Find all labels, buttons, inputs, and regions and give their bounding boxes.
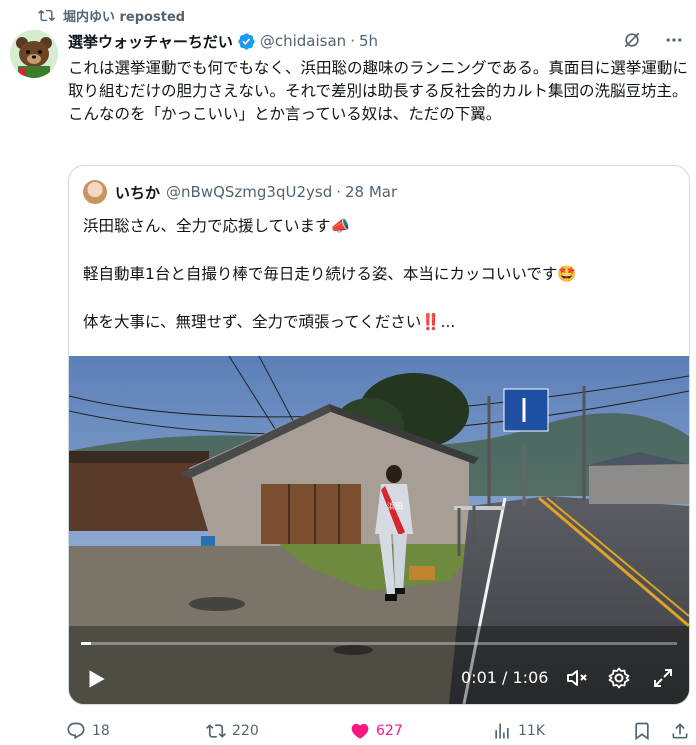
separator-dot: · xyxy=(350,32,355,50)
quote-date[interactable]: 28 Mar xyxy=(345,183,397,201)
svg-text:浜田: 浜田 xyxy=(387,501,403,511)
video-time: 0:01 / 1:06 xyxy=(461,668,549,687)
author-avatar[interactable] xyxy=(10,30,58,78)
quote-line: 軽自動車1台と自撮り棒で毎日走り続ける姿、本当にカッコいいです🤩 xyxy=(83,265,577,283)
quote-text: 浜田聡さん、全力で応援しています📣 軽自動車1台と自撮り棒で毎日走り続ける姿、本… xyxy=(83,214,673,334)
volume-icon[interactable] xyxy=(565,666,589,690)
reply-count: 18 xyxy=(92,723,110,739)
video-progress-bar[interactable] xyxy=(81,642,677,645)
repost-header: 堀内ゆい reposted xyxy=(38,4,185,26)
repost-label[interactable]: 堀内ゆい reposted xyxy=(63,6,185,25)
like-count: 627 xyxy=(376,723,403,739)
repost-icon xyxy=(206,724,226,738)
header-icons xyxy=(622,30,684,50)
heart-filled-icon xyxy=(351,723,369,739)
fullscreen-icon[interactable] xyxy=(651,666,675,690)
more-options-icon[interactable] xyxy=(664,30,684,50)
repost-button[interactable]: 220 xyxy=(206,718,259,744)
author-name[interactable]: 選挙ウォッチャーちだい xyxy=(68,31,233,52)
tweet-time[interactable]: 5h xyxy=(359,32,378,50)
repost-count: 220 xyxy=(232,723,259,739)
views-chart-icon xyxy=(495,723,509,739)
share-button[interactable] xyxy=(670,718,690,744)
views-button[interactable]: 11K xyxy=(492,718,545,744)
grok-slash-icon[interactable] xyxy=(622,30,642,50)
action-bar: 18 220 627 11K xyxy=(66,718,688,744)
quote-header: いちか @nBwQSzmg3qU2ysd · 28 Mar xyxy=(83,180,397,204)
like-button[interactable]: 627 xyxy=(350,718,403,744)
video-controls: 0:01 / 1:06 xyxy=(69,654,689,704)
settings-gear-icon[interactable] xyxy=(607,666,631,690)
quote-line: 体を大事に、無理せず、全力で頑張ってください‼️... xyxy=(83,313,456,331)
verified-badge-icon xyxy=(238,32,255,50)
repost-icon xyxy=(38,9,55,21)
tweet-text: これは選挙運動でも何でもなく、浜田聡の趣味のランニングである。真面目に選挙運動に… xyxy=(68,59,688,123)
tweet-header: 選挙ウォッチャーちだい @chidaisan · 5h xyxy=(68,30,684,52)
bookmark-button[interactable] xyxy=(632,718,652,744)
play-icon[interactable] xyxy=(83,666,109,692)
bookmark-icon xyxy=(635,722,649,741)
share-icon xyxy=(672,723,688,739)
quote-line: 浜田聡さん、全力で応援しています📣 xyxy=(83,217,350,235)
video-frame: 浜田 xyxy=(69,356,689,704)
video-player[interactable]: 浜田 0:01 / 1:06 xyxy=(69,356,689,704)
quote-tweet[interactable]: いちか @nBwQSzmg3qU2ysd · 28 Mar 浜田聡さん、全力で応… xyxy=(68,165,690,705)
quote-author-name[interactable]: いちか xyxy=(115,182,160,203)
quote-avatar[interactable] xyxy=(83,180,107,204)
author-handle[interactable]: @chidaisan xyxy=(260,32,346,50)
views-count: 11K xyxy=(518,723,545,739)
reply-button[interactable]: 18 xyxy=(66,718,110,744)
reply-icon xyxy=(67,722,85,740)
video-progress-fill xyxy=(81,642,91,645)
quote-author-handle[interactable]: @nBwQSzmg3qU2ysd xyxy=(166,183,332,201)
separator-dot: · xyxy=(336,183,341,201)
bear-avatar-icon xyxy=(10,30,58,78)
